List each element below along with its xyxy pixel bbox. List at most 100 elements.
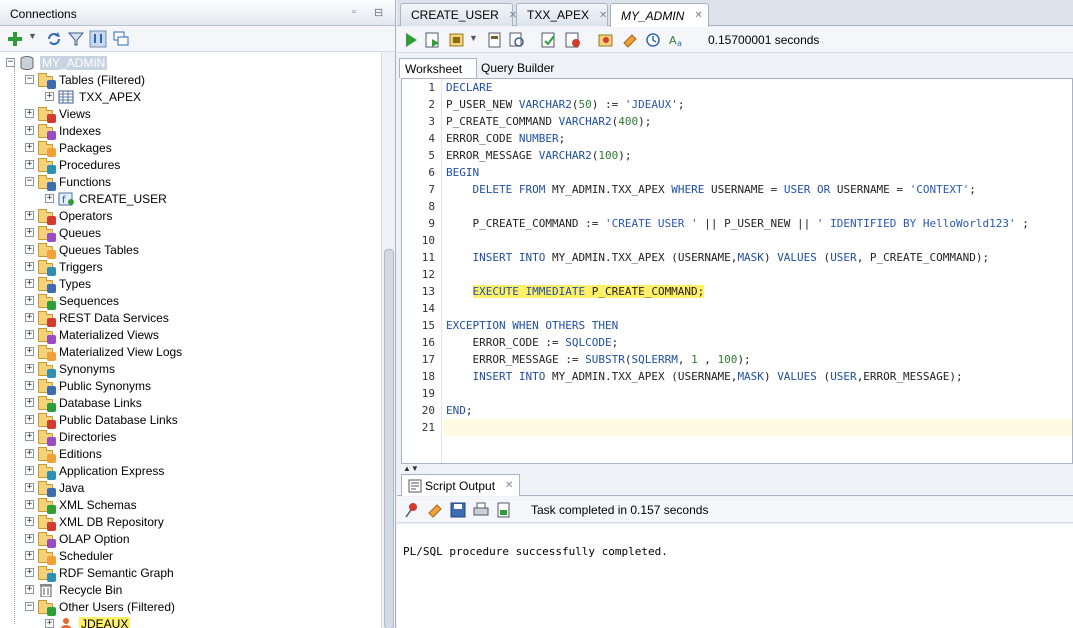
expand-icon[interactable]: + — [25, 415, 34, 424]
collapse-icon[interactable]: − — [6, 58, 15, 67]
expand-icon[interactable]: + — [25, 551, 34, 560]
new-connection-icon[interactable] — [6, 30, 24, 48]
filter-icon[interactable] — [67, 30, 85, 48]
tree-item-directories[interactable]: + Directories — [25, 428, 116, 446]
expand-icon[interactable]: + — [25, 347, 34, 356]
code-line[interactable]: ERROR_CODE := SQLCODE; — [446, 336, 618, 349]
expand-icon[interactable]: + — [25, 126, 34, 135]
tree-item-olap-option[interactable]: + OLAP Option — [25, 530, 130, 548]
autotrace-icon[interactable] — [448, 31, 466, 49]
tree-item-queues[interactable]: + Queues — [25, 224, 101, 242]
expand-icon[interactable]: + — [25, 381, 34, 390]
expand-icon[interactable]: + — [25, 296, 34, 305]
code-line[interactable]: P_CREATE_COMMAND VARCHAR2(400); — [446, 115, 651, 128]
expand-icon[interactable]: + — [25, 279, 34, 288]
code-line[interactable]: INSERT INTO MY_ADMIN.TXX_APEX (USERNAME,… — [446, 370, 963, 383]
tree-item-other-users-filtered[interactable]: − Other Users (Filtered) — [25, 598, 175, 616]
expand-icon[interactable]: + — [25, 364, 34, 373]
expand-icon[interactable]: + — [25, 517, 34, 526]
expand-icon[interactable]: + — [25, 585, 34, 594]
code-line[interactable]: P_USER_NEW VARCHAR2(50) := 'JDEAUX'; — [446, 98, 684, 111]
tree-root-my-admin[interactable]: − MY_ADMIN — [6, 54, 108, 71]
expand-icon[interactable]: + — [25, 568, 34, 577]
expand-icon[interactable]: + — [45, 619, 54, 628]
rollback-icon[interactable] — [564, 31, 582, 49]
expand-icon[interactable]: + — [25, 398, 34, 407]
collapse-icon[interactable]: − — [25, 177, 34, 186]
scrollbar-thumb[interactable] — [384, 249, 394, 628]
sql-tuning-icon[interactable] — [597, 31, 615, 49]
code-line[interactable]: ERROR_CODE NUMBER; — [446, 132, 565, 145]
expand-icon[interactable]: + — [25, 534, 34, 543]
tab-worksheet[interactable]: Worksheet — [399, 58, 477, 78]
tree-item-materialized-view-logs[interactable]: + Materialized View Logs — [25, 343, 182, 361]
expand-icon[interactable]: + — [25, 313, 34, 322]
code-line[interactable]: EXCEPTION WHEN OTHERS THEN — [446, 319, 618, 332]
tree-item-public-synonyms[interactable]: + Public Synonyms — [25, 377, 151, 395]
maximize-panel-icon[interactable]: ⊟ — [374, 6, 383, 19]
expand-icon[interactable]: + — [45, 92, 54, 101]
expand-icon[interactable]: + — [25, 466, 34, 475]
tab-query-builder[interactable]: Query Builder — [476, 58, 559, 78]
expand-icon[interactable]: + — [25, 109, 34, 118]
commit-icon[interactable] — [486, 31, 504, 49]
schema-browser-icon[interactable] — [89, 30, 107, 48]
minimize-panel-icon[interactable]: ▫ — [352, 6, 356, 18]
expand-icon[interactable]: + — [25, 262, 34, 271]
run-statement-icon[interactable] — [402, 31, 420, 49]
tree-item-xml-db-repository[interactable]: + XML DB Repository — [25, 513, 164, 531]
tree-item-application-express[interactable]: + Application Express — [25, 462, 164, 480]
tree-item-rest-data-services[interactable]: + REST Data Services — [25, 309, 169, 327]
tree-item-triggers[interactable]: + Triggers — [25, 258, 103, 276]
code-line[interactable]: BEGIN — [446, 166, 479, 179]
code-line[interactable]: ERROR_MESSAGE VARCHAR2(100); — [446, 149, 631, 162]
collapse-icon[interactable]: − — [25, 75, 34, 84]
code-line[interactable]: ERROR_MESSAGE := SUBSTR(SQLERRM, 1 , 100… — [446, 353, 750, 366]
expand-icon[interactable]: + — [25, 500, 34, 509]
print-icon[interactable] — [472, 501, 490, 519]
tree-item-recycle-bin[interactable]: + Recycle Bin — [25, 581, 122, 598]
clear-eraser-icon[interactable] — [621, 31, 639, 49]
expand-icon[interactable]: + — [25, 143, 34, 152]
tree-item-types[interactable]: + Types — [25, 275, 91, 293]
run-script-icon[interactable] — [424, 31, 442, 49]
vertical-scrollbar[interactable] — [381, 52, 395, 628]
tree-item-jdeaux[interactable]: + JDEAUX — [45, 615, 131, 628]
tree-item-synonyms[interactable]: + Synonyms — [25, 360, 115, 378]
format-case-icon[interactable]: Aa — [668, 31, 686, 49]
explain-plan-icon[interactable] — [508, 31, 526, 49]
collapse-icon[interactable]: − — [25, 602, 34, 611]
expand-icon[interactable]: + — [25, 211, 34, 220]
panel-splitter[interactable]: ▲▼ — [397, 464, 1073, 473]
code-line[interactable]: EXECUTE IMMEDIATE P_CREATE_COMMAND; — [446, 285, 705, 298]
expand-icon[interactable]: + — [25, 330, 34, 339]
tree-item-sequences[interactable]: + Sequences — [25, 292, 119, 310]
sql-editor[interactable]: 1 2 3 4 5 6 7 8 9 10 11 12 13 14 15 16 17 18 19 20 21 DECLAR… — [401, 78, 1073, 464]
tree-item-editions[interactable]: + Editions — [25, 445, 102, 463]
tab-script-output[interactable]: Script Output ✕ — [401, 474, 521, 496]
expand-icon[interactable]: + — [25, 160, 34, 169]
commit-transaction-icon[interactable] — [540, 31, 558, 49]
script-output-content[interactable]: PL/SQL procedure successfully completed. — [397, 524, 1073, 628]
tab-my-admin[interactable]: SQL MY_ADMIN ✕ — [610, 3, 709, 27]
tree-item-java[interactable]: + Java — [25, 479, 84, 497]
clear-eraser-icon[interactable] — [426, 501, 444, 519]
tab-txx-apex[interactable]: TXX_APEX ✕ — [516, 3, 608, 26]
refresh-icon[interactable] — [45, 30, 63, 48]
expand-icon[interactable]: + — [25, 449, 34, 458]
open-file-icon[interactable] — [495, 501, 513, 519]
tree-item-public-database-links[interactable]: + Public Database Links — [25, 411, 178, 429]
close-icon[interactable]: ✕ — [694, 10, 702, 21]
windows-icon[interactable] — [112, 30, 130, 48]
close-icon[interactable]: ✕ — [599, 10, 607, 21]
chevron-down-icon[interactable]: ▼ — [28, 31, 46, 49]
tree-item-create-user[interactable]: + f CREATE_USER — [45, 190, 167, 207]
code-line[interactable]: P_CREATE_COMMAND := 'CREATE USER ' || P_… — [446, 217, 1028, 230]
code-line[interactable]: DECLARE — [446, 81, 492, 94]
tree-item-scheduler[interactable]: + Scheduler — [25, 547, 113, 565]
sql-history-icon[interactable] — [644, 31, 662, 49]
tree-item-functions[interactable]: − Functions — [25, 173, 111, 191]
save-icon[interactable] — [449, 501, 467, 519]
tree-item-packages[interactable]: + Packages — [25, 139, 112, 157]
tree-item-procedures[interactable]: + Procedures — [25, 156, 120, 174]
